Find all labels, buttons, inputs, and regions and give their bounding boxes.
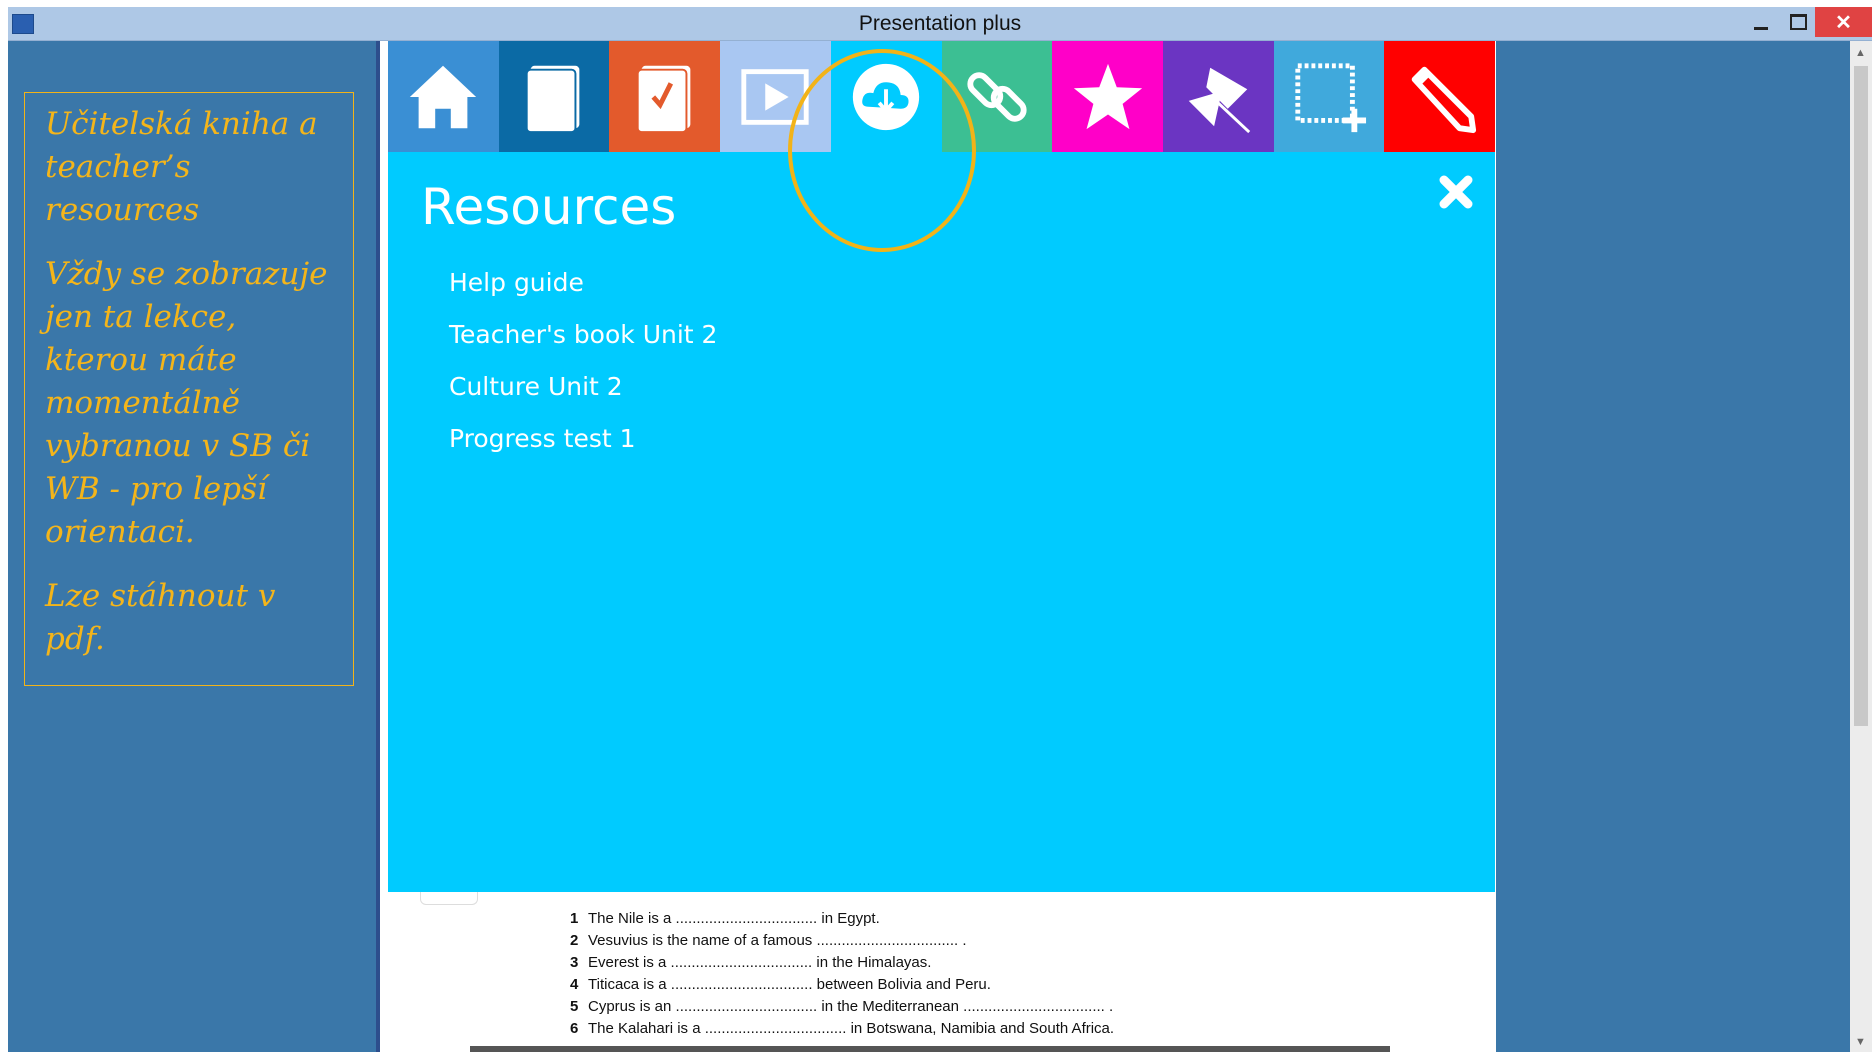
exercise: 1 The Nile is a .........................… bbox=[570, 908, 1290, 1040]
resource-list: Help guide Teacher's book Unit 2 Culture… bbox=[449, 257, 717, 465]
window-title-bar: Presentation plus ✕ bbox=[8, 7, 1872, 41]
workbook-icon bbox=[636, 65, 691, 133]
select-area-button[interactable] bbox=[1273, 41, 1385, 152]
window-title: Presentation plus bbox=[858, 12, 1022, 35]
exercise-line: 2 Vesuvius is the name of a famous ......… bbox=[570, 932, 967, 949]
restore-icon bbox=[1789, 14, 1807, 30]
panel-title: Resources bbox=[421, 178, 677, 236]
home-button[interactable] bbox=[388, 41, 499, 152]
pencil-icon bbox=[1411, 66, 1476, 133]
annotation-paragraph: Lze stáhnout v pdf. bbox=[45, 578, 276, 657]
exercise-line: 1 The Nile is a .........................… bbox=[570, 910, 880, 927]
star-icon bbox=[1073, 63, 1142, 129]
workbook-button[interactable] bbox=[609, 41, 721, 152]
exercise-line: 5 Cyprus is an ..........................… bbox=[570, 998, 1114, 1015]
close-icon: ✕ bbox=[1835, 11, 1852, 34]
annotation-paragraph: Vždy se zobrazuje jen ta lekce, kterou m… bbox=[45, 256, 328, 550]
annotation-box: Učitelská kniha a teacher’s resources Vž… bbox=[24, 92, 354, 686]
vertical-scrollbar[interactable]: ▲ ▼ bbox=[1850, 41, 1872, 1052]
resource-link[interactable]: Help guide bbox=[449, 257, 717, 309]
pen-button[interactable] bbox=[1384, 41, 1496, 152]
home-icon bbox=[410, 65, 477, 128]
resource-link[interactable]: Culture Unit 2 bbox=[449, 361, 717, 413]
highlight-circle bbox=[788, 49, 976, 252]
exercise-line: 4 Titicaca is a .........................… bbox=[570, 976, 991, 993]
annotation-paragraph: Učitelská kniha a teacher’s resources bbox=[45, 106, 318, 228]
scroll-down-icon[interactable]: ▼ bbox=[1855, 1036, 1866, 1048]
page-card-edge bbox=[420, 892, 478, 905]
select-area-icon bbox=[1295, 62, 1367, 132]
exercise-line: 6 The Kalahari is a .....................… bbox=[570, 1020, 1115, 1037]
close-window-button[interactable]: ✕ bbox=[1815, 7, 1872, 37]
scroll-up-icon[interactable]: ▲ bbox=[1855, 47, 1866, 59]
scroll-thumb[interactable] bbox=[1854, 66, 1868, 726]
resource-link[interactable]: Teacher's book Unit 2 bbox=[449, 309, 717, 361]
pin-icon bbox=[1189, 67, 1251, 133]
workspace: Učitelská kniha a teacher’s resources Vž… bbox=[8, 41, 1850, 1052]
pins-button[interactable] bbox=[1162, 41, 1274, 152]
exercise-line: 3 Everest is a ..........................… bbox=[570, 954, 932, 971]
page-photo bbox=[470, 1046, 1390, 1052]
close-panel-icon[interactable] bbox=[1436, 172, 1476, 212]
favourites-button[interactable] bbox=[1052, 41, 1163, 152]
book-button[interactable] bbox=[498, 41, 610, 152]
restore-button[interactable] bbox=[1778, 7, 1818, 37]
book-icon bbox=[525, 65, 580, 133]
resources-panel: Resources Help guide Teacher's book Unit… bbox=[388, 152, 1495, 892]
resource-link[interactable]: Progress test 1 bbox=[449, 413, 717, 465]
minimize-icon bbox=[1754, 26, 1768, 30]
